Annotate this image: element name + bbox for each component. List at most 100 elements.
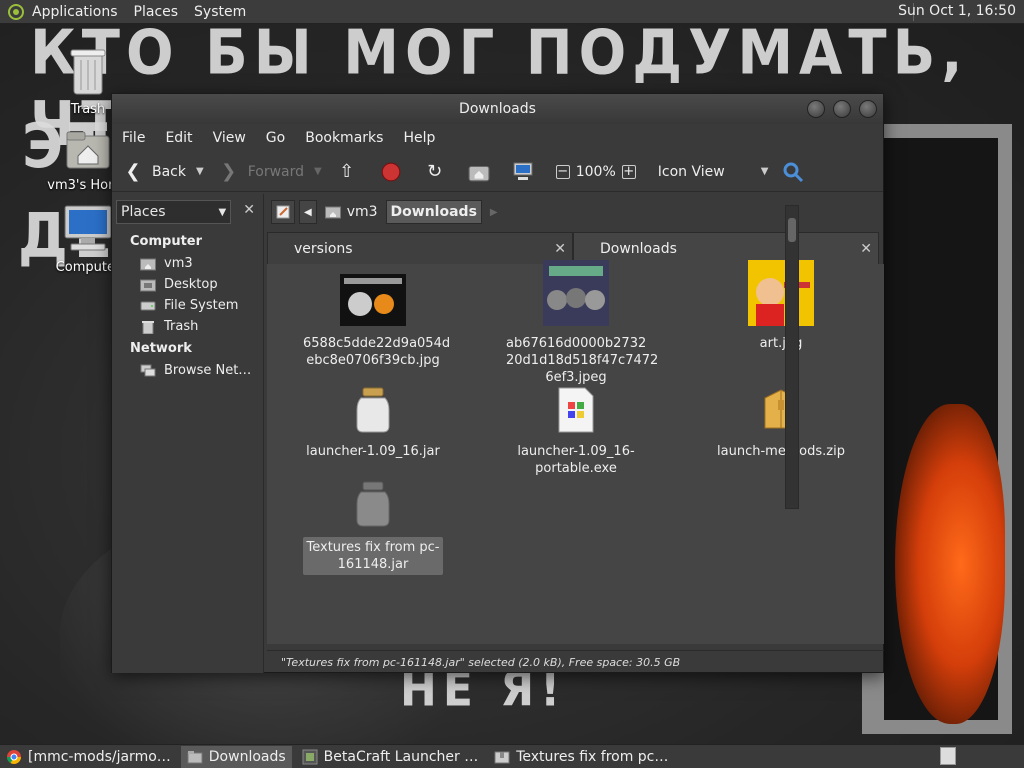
trash-icon xyxy=(70,49,106,95)
path-segment-downloads[interactable]: Downloads xyxy=(385,200,482,224)
distro-logo-icon[interactable] xyxy=(8,3,24,20)
trash-small-icon xyxy=(142,320,154,334)
status-bar: "Textures fix from pc-161148.jar" select… xyxy=(267,650,884,674)
minimize-button[interactable] xyxy=(807,100,825,118)
reload-button[interactable]: ↻ xyxy=(424,161,454,183)
task-betacraft[interactable]: BetaCraft Launcher … xyxy=(296,746,485,768)
jar-icon xyxy=(356,387,390,433)
maximize-button[interactable] xyxy=(833,100,851,118)
forward-button[interactable]: ❯ Forward ▼ xyxy=(218,161,322,183)
home-button[interactable] xyxy=(468,161,498,183)
zoom-level[interactable]: 100% xyxy=(576,164,616,180)
up-arrow-icon: ⇧ xyxy=(339,161,355,182)
back-history-dropdown-icon[interactable]: ▼ xyxy=(196,166,204,177)
menubar: File Edit View Go Bookmarks Help xyxy=(112,124,883,152)
executable-icon xyxy=(558,387,594,433)
path-scroll-right-button[interactable]: ▶ xyxy=(486,200,502,224)
chevron-down-icon: ▼ xyxy=(760,166,769,177)
close-tab-icon[interactable]: ✕ xyxy=(860,241,872,257)
vertical-scrollbar[interactable] xyxy=(785,205,799,509)
file-name: launch-methods.zip xyxy=(717,444,845,459)
view-mode-select[interactable]: Icon View ▼ xyxy=(658,164,769,180)
sidebar-type-select[interactable]: Places ▼ xyxy=(116,200,232,224)
close-tab-icon[interactable]: ✕ xyxy=(554,241,566,257)
task-textures-fix[interactable]: Textures fix from pc… xyxy=(488,746,674,768)
zoom-out-icon[interactable]: − xyxy=(555,164,570,179)
zoom-in-icon[interactable]: + xyxy=(621,164,636,179)
close-button[interactable] xyxy=(859,100,877,118)
menu-applications[interactable]: Applications xyxy=(32,4,118,20)
task-browser[interactable]: [mmc-mods/jarmo… xyxy=(0,746,177,768)
sidebar-item-label: Browse Net… xyxy=(164,363,252,378)
wallpaper-glow xyxy=(895,404,1005,724)
computer-button[interactable] xyxy=(512,161,542,183)
sidebar-section-network: Network xyxy=(130,341,192,356)
file-item[interactable]: ab67616d0000b2732 20d1d18d518f47c7472 6e… xyxy=(506,260,659,386)
reload-icon: ↻ xyxy=(427,161,443,182)
archive-icon xyxy=(494,751,510,763)
menu-places[interactable]: Places xyxy=(134,4,179,20)
sidebar-item-label: vm3 xyxy=(164,256,193,271)
menu-file[interactable]: File xyxy=(122,130,145,146)
window-titlebar[interactable]: Downloads xyxy=(112,94,883,124)
task-label: [mmc-mods/jarmo… xyxy=(28,748,171,765)
sidebar-item-label: Desktop xyxy=(164,277,218,292)
launcher-icon xyxy=(302,749,318,764)
path-scroll-left-button[interactable]: ◀ xyxy=(299,200,317,224)
forward-label: Forward xyxy=(247,163,305,180)
menu-help[interactable]: Help xyxy=(403,130,435,146)
top-panel: Applications Places System Sun Oct 1, 16… xyxy=(0,0,1024,24)
sidebar-item-browse-network[interactable]: Browse Net… xyxy=(112,360,263,381)
up-button[interactable]: ⇧ xyxy=(336,161,366,183)
file-name: Textures fix from pc- 161148.jar xyxy=(303,537,443,575)
file-item[interactable]: launcher-1.09_16.jar xyxy=(303,386,443,460)
menu-bookmarks[interactable]: Bookmarks xyxy=(305,130,383,146)
image-thumbnail-icon xyxy=(340,274,406,326)
sidebar-item-label: Trash xyxy=(164,319,199,334)
path-segment-vm3[interactable]: vm3 xyxy=(321,200,382,224)
sidebar-item-trash[interactable]: Trash xyxy=(112,316,263,337)
workspace-switcher[interactable] xyxy=(940,747,956,765)
clock[interactable]: Sun Oct 1, 16:50 xyxy=(898,3,1016,19)
toolbar: ❮ Back ▼ ❯ Forward ▼ ⇧ ↻ − 100% + Icon V… xyxy=(112,152,883,192)
home-folder-icon xyxy=(66,131,110,169)
menu-view[interactable]: View xyxy=(213,130,246,146)
sidebar-item-desktop[interactable]: Desktop xyxy=(112,274,263,295)
toggle-location-entry-button[interactable] xyxy=(271,200,295,224)
jar-icon xyxy=(356,481,390,527)
task-downloads[interactable]: Downloads xyxy=(180,745,292,768)
forward-history-dropdown-icon[interactable]: ▼ xyxy=(314,166,322,177)
folder-icon xyxy=(187,750,203,763)
file-item[interactable]: 6588c5dde22d9a054d ebc8e0706f39cb.jpg xyxy=(303,274,450,369)
network-icon xyxy=(140,364,156,376)
stop-button[interactable] xyxy=(380,161,410,183)
sidebar-item-file-system[interactable]: File System xyxy=(112,295,263,316)
file-name: ab67616d0000b2732 20d1d18d518f47c7472 6e… xyxy=(506,336,659,385)
forward-arrow-icon: ❯ xyxy=(221,161,237,182)
file-item-selected[interactable]: Textures fix from pc- 161148.jar xyxy=(303,480,443,575)
chrome-icon xyxy=(7,749,21,764)
file-item[interactable]: launch-methods.zip xyxy=(711,386,851,460)
drive-icon xyxy=(140,301,156,310)
view-mode-value: Icon View xyxy=(657,163,725,180)
home-folder-icon xyxy=(324,206,341,219)
file-name: launcher-1.09_16- portable.exe xyxy=(517,444,635,476)
back-arrow-icon: ❮ xyxy=(125,161,141,182)
menu-go[interactable]: Go xyxy=(266,130,285,146)
menu-edit[interactable]: Edit xyxy=(165,130,192,146)
zoom-controls: − 100% + xyxy=(555,164,644,180)
search-button[interactable] xyxy=(782,161,812,183)
menu-system[interactable]: System xyxy=(194,4,246,20)
back-label: Back xyxy=(152,163,186,180)
places-sidebar: Places ▼ ✕ Computer vm3 Desktop File Sys… xyxy=(112,194,264,673)
image-thumbnail-icon xyxy=(748,260,814,326)
file-item[interactable]: launcher-1.09_16- portable.exe xyxy=(506,386,646,477)
desktop-folder-icon xyxy=(140,279,156,291)
sidebar-close-icon[interactable]: ✕ xyxy=(239,202,259,222)
sidebar-item-vm3[interactable]: vm3 xyxy=(112,253,263,274)
back-button[interactable]: ❮ Back ▼ xyxy=(122,161,204,183)
computer-small-icon xyxy=(513,162,533,180)
scrollbar-thumb[interactable] xyxy=(788,218,796,242)
search-icon xyxy=(783,162,804,182)
file-item[interactable]: art.jpg xyxy=(711,260,851,352)
